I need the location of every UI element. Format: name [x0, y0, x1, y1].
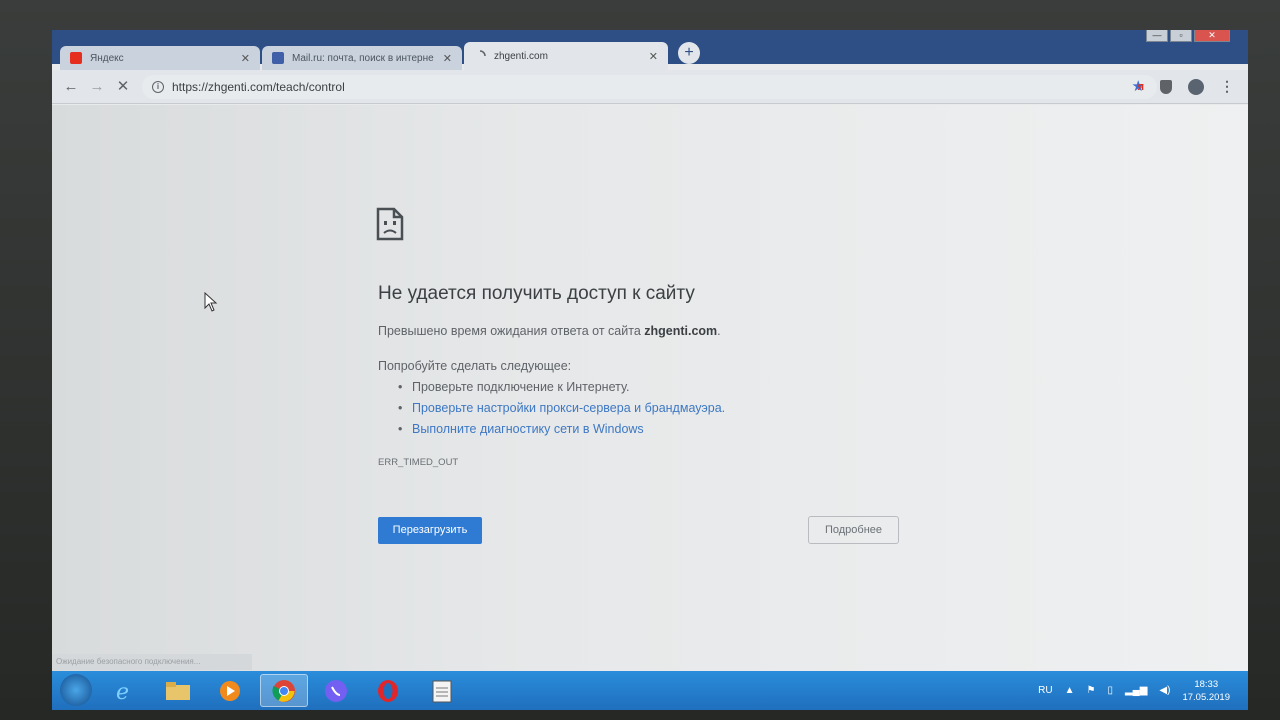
taskbar: e RU ▲ ⚑ ▯ ▂▄▆ ◀) 18:33 17.05.2019 — [52, 671, 1248, 710]
page-content: Не удается получить доступ к сайту Превы… — [52, 105, 1248, 673]
menu-icon[interactable]: ⋮ — [1220, 78, 1234, 95]
language-indicator[interactable]: RU — [1038, 685, 1052, 696]
close-window-button[interactable]: ✕ — [1194, 30, 1230, 42]
shield-extension-icon[interactable] — [1160, 79, 1172, 94]
browser-toolbar: ← → ✕ i https://zhgenti.com/teach/contro… — [52, 70, 1248, 104]
suggestion-list: Проверьте подключение к Интернету. Прове… — [398, 377, 725, 440]
notepad-icon[interactable] — [420, 674, 464, 707]
chrome-icon[interactable] — [260, 674, 308, 707]
yandex-extension-icon[interactable]: я — [1138, 81, 1144, 93]
proxy-settings-link[interactable]: Проверьте настройки прокси-сервера и бра… — [398, 398, 725, 419]
system-tray: RU ▲ ⚑ ▯ ▂▄▆ ◀) 18:33 17.05.2019 — [1038, 671, 1230, 710]
minimize-button[interactable]: — — [1146, 30, 1168, 42]
try-label: Попробуйте сделать следующее: — [378, 359, 572, 373]
tab-mailru[interactable]: Mail.ru: почта, поиск в интерне ✕ — [262, 46, 462, 70]
network-signal-icon[interactable]: ▂▄▆ — [1125, 685, 1147, 696]
suggestion-item: Проверьте подключение к Интернету. — [398, 377, 725, 398]
screen: Яндекс ✕ Mail.ru: почта, поиск в интерне… — [52, 30, 1248, 710]
close-tab-icon[interactable]: ✕ — [241, 52, 250, 65]
error-description: Превышено время ожидания ответа от сайта… — [378, 324, 721, 338]
forward-button[interactable]: → — [88, 78, 106, 96]
network-diagnostics-link[interactable]: Выполните диагностику сети в Windows — [398, 419, 725, 440]
tab-strip: Яндекс ✕ Mail.ru: почта, поиск в интерне… — [52, 30, 1248, 70]
tab-yandex[interactable]: Яндекс ✕ — [60, 46, 260, 70]
profile-avatar[interactable] — [1188, 78, 1204, 95]
details-button[interactable]: Подробнее — [808, 516, 899, 544]
volume-icon[interactable]: ◀) — [1159, 685, 1170, 696]
status-bar: Ожидание безопасного подключения... — [52, 654, 252, 670]
close-tab-icon[interactable]: ✕ — [443, 52, 452, 65]
window-controls: — ▫ ✕ — [1146, 30, 1230, 42]
error-description-suffix: . — [717, 324, 721, 338]
url-text[interactable]: https://zhgenti.com/teach/control — [172, 80, 345, 94]
action-center-flag-icon[interactable]: ⚑ — [1086, 685, 1095, 696]
error-site-name: zhgenti.com — [644, 324, 718, 338]
tray-arrow-icon[interactable]: ▲ — [1065, 685, 1075, 696]
error-code: ERR_TIMED_OUT — [378, 457, 459, 468]
clock[interactable]: 18:33 17.05.2019 — [1182, 678, 1230, 704]
address-bar[interactable]: i https://zhgenti.com/teach/control ★ — [142, 75, 1157, 99]
internet-explorer-icon[interactable]: e — [102, 674, 146, 707]
stop-button[interactable]: ✕ — [114, 78, 132, 96]
tab-title: Яндекс — [90, 52, 124, 64]
extension-icons: я ⋮ — [1138, 78, 1234, 95]
yandex-favicon-icon — [70, 52, 82, 64]
battery-icon[interactable]: ▯ — [1107, 685, 1113, 696]
svg-text:e: e — [116, 680, 129, 703]
maximize-button[interactable]: ▫ — [1170, 30, 1192, 42]
file-explorer-icon[interactable] — [156, 674, 200, 707]
media-player-icon[interactable] — [208, 674, 252, 707]
opera-icon[interactable] — [366, 674, 410, 707]
mailru-favicon-icon — [272, 52, 284, 64]
loading-spinner-icon — [474, 50, 486, 62]
start-button[interactable] — [60, 674, 92, 706]
clock-date: 17.05.2019 — [1182, 691, 1230, 703]
back-button[interactable]: ← — [62, 78, 80, 96]
mouse-pointer-icon — [204, 292, 218, 312]
tab-title: zhgenti.com — [494, 50, 548, 62]
error-description-prefix: Превышено время ожидания ответа от сайта — [378, 324, 645, 338]
viber-icon[interactable] — [314, 674, 358, 707]
error-title: Не удается получить доступ к сайту — [378, 283, 695, 304]
close-tab-icon[interactable]: ✕ — [649, 50, 658, 63]
sad-page-icon — [376, 207, 404, 241]
reload-button[interactable]: Перезагрузить — [378, 517, 482, 544]
site-info-icon[interactable]: i — [152, 81, 164, 93]
tab-title: Mail.ru: почта, поиск в интерне — [292, 52, 434, 64]
clock-time: 18:33 — [1194, 678, 1219, 690]
tab-zhgenti[interactable]: zhgenti.com ✕ — [464, 42, 668, 70]
new-tab-button[interactable]: + — [678, 42, 700, 64]
